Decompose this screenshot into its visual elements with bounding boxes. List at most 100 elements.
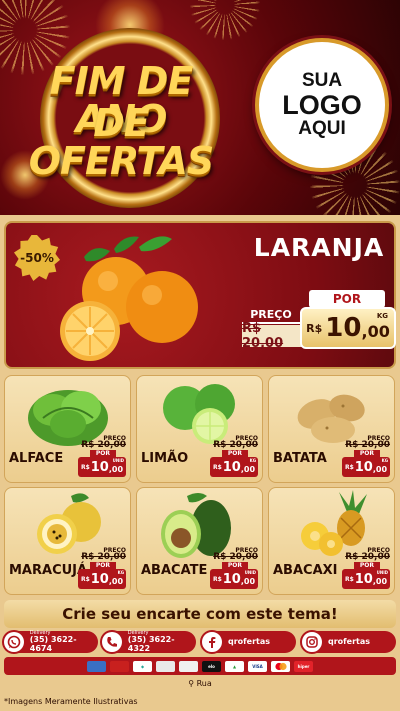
product-name: ABACAXI (273, 563, 338, 578)
currency-symbol: R$ (212, 575, 222, 583)
contact-value: (35) 3622-4322 (127, 635, 175, 653)
orange-icon (60, 236, 198, 361)
price-unit: UNID (244, 570, 256, 575)
old-price-value: R$ 20,00 (345, 440, 390, 450)
price-integer: 10 (354, 459, 373, 475)
whatsapp-icon (2, 630, 26, 654)
currency-symbol: R$ (344, 463, 354, 471)
price-decimal: ,00 (108, 576, 124, 586)
product-card-maracuja: MARACUJÁ PREÇO R$ 20,00 POR R$ 10 ,00 KG (4, 487, 131, 595)
price-tag: R$ 10 ,00 UNID (210, 569, 258, 589)
product-card-abacaxi: ABACAXI PREÇO R$ 20,00 POR R$ 10 ,00 UNI… (268, 487, 395, 595)
visa-icon: VISA (248, 660, 267, 672)
price-integer: 10 (354, 571, 373, 587)
contact-whatsapp[interactable]: Delivery (35) 3622-4674 (2, 630, 98, 654)
passionfruit-icon (37, 493, 101, 554)
hipercard-icon: hiper (294, 660, 313, 672)
currency-symbol: R$ (80, 575, 90, 583)
price-tag: R$ 10 ,00 UNID (78, 457, 126, 477)
product-name: ALFACE (9, 451, 64, 466)
card-icon (110, 660, 129, 672)
por-label: POR (309, 290, 385, 308)
price-unit: KG (249, 458, 256, 463)
card-icon (179, 660, 198, 672)
address: ⚲ Rua (150, 679, 250, 688)
product-name: MARACUJÁ (9, 563, 88, 578)
contact-value: (35) 3622-4674 (29, 635, 77, 653)
product-card-batata: BATATA PREÇO R$ 20,00 POR R$ 10 ,00 KG (268, 375, 395, 483)
phone-icon (100, 630, 124, 654)
elo-icon: elo (202, 660, 221, 672)
currency-symbol: R$ (306, 321, 323, 335)
payment-methods: ◆ elo ▲ VISA hiper (4, 657, 396, 675)
header-banner: FIM DE ANO DE OFERTAS SUA LOGO AQUI (0, 0, 400, 215)
card-icon (156, 660, 175, 672)
address-text: Rua (196, 679, 212, 688)
logo-text-line: SUA (301, 69, 343, 91)
product-name: ABACATE (141, 563, 208, 578)
old-price: R$ 20,00 (242, 321, 302, 351)
logo-text-line: LOGO (282, 89, 362, 120)
price-decimal: ,00 (240, 464, 256, 474)
old-price: R$ 20,00 (81, 440, 126, 450)
product-card-limao: LIMÃO PREÇO R$ 20,00 POR R$ 10 ,00 KG (136, 375, 263, 483)
old-price: R$ 20,00 (345, 552, 390, 562)
price-unit: KG (376, 312, 388, 320)
old-price: R$ 20,00 (213, 440, 258, 450)
old-price: R$ 20,00 (213, 552, 258, 562)
price-unit: UNID (112, 458, 124, 463)
price-decimal: ,00 (372, 576, 388, 586)
contact-facebook[interactable]: qrofertas (200, 630, 296, 654)
price-integer: 10 (222, 571, 241, 587)
currency-symbol: R$ (344, 575, 354, 583)
logo-placeholder: SUA LOGO AQUI (255, 38, 389, 172)
contact-instagram[interactable]: qrofertas (300, 630, 396, 654)
old-price-value: R$ 20,00 (81, 440, 126, 450)
old-price-value: R$ 20,00 (213, 440, 258, 450)
old-price-value: R$ 20,00 (213, 552, 258, 562)
price-integer: 10 (90, 459, 109, 475)
contact-value: qrofertas (228, 636, 271, 646)
instagram-icon (300, 630, 324, 654)
currency-symbol: R$ (80, 463, 90, 471)
product-name: LIMÃO (141, 451, 189, 466)
price-tag: R$ 10 ,00 KG (210, 457, 258, 477)
price-integer: 10 (90, 571, 109, 587)
old-price: R$ 20,00 (81, 552, 126, 562)
pix-icon: ◆ (133, 660, 152, 672)
headline-line-2: DE OFERTAS (28, 101, 215, 183)
disclaimer: *Imagens Meramente Ilustrativas (4, 697, 138, 706)
price-tag: R$ 10 ,00 UNID (342, 569, 390, 589)
contact-phone[interactable]: Delivery (35) 3622-4322 (100, 630, 196, 654)
pineapple-icon (301, 490, 367, 556)
old-price-value: R$ 20,00 (81, 552, 126, 562)
card-icon: ▲ (225, 660, 244, 672)
price-tag: R$ 10 ,00 KG (78, 569, 126, 589)
price-integer: 10 (222, 459, 241, 475)
price-unit: UNID (376, 570, 388, 575)
price-decimal: ,00 (372, 464, 388, 474)
price-tag: R$ 10 ,00 KG (342, 457, 390, 477)
logo-text-line: AQUI (298, 118, 346, 140)
location-pin-icon: ⚲ (188, 679, 195, 688)
product-name: BATATA (273, 451, 327, 466)
product-card-abacate: ABACATE PREÇO R$ 20,00 POR R$ 10 ,00 UNI… (136, 487, 263, 595)
firework-decoration (190, 0, 260, 40)
mastercard-icon (271, 660, 290, 672)
price-unit: KG (117, 570, 124, 575)
lettuce-icon (28, 390, 108, 446)
price-unit: KG (381, 458, 388, 463)
old-price-value: R$ 20,00 (345, 552, 390, 562)
facebook-icon (200, 630, 224, 654)
featured-product-name: LARANJA (253, 233, 385, 262)
price-decimal: ,00 (240, 576, 256, 586)
lime-icon (163, 384, 235, 444)
product-card-alface: ALFACE PREÇO R$ 20,00 POR R$ 10 ,00 UNID (4, 375, 131, 483)
featured-offer: -50% LARANJA PREÇO R$ 20,00 POR R$ 10 ,0… (4, 221, 396, 369)
cta-banner[interactable]: Crie seu encarte com este tema! (4, 600, 396, 628)
price-decimal: ,00 (108, 464, 124, 474)
currency-symbol: R$ (212, 463, 222, 471)
featured-price-tag: R$ 10 ,00 KG (300, 307, 396, 349)
old-price: R$ 20,00 (345, 440, 390, 450)
contact-value: qrofertas (328, 636, 371, 646)
